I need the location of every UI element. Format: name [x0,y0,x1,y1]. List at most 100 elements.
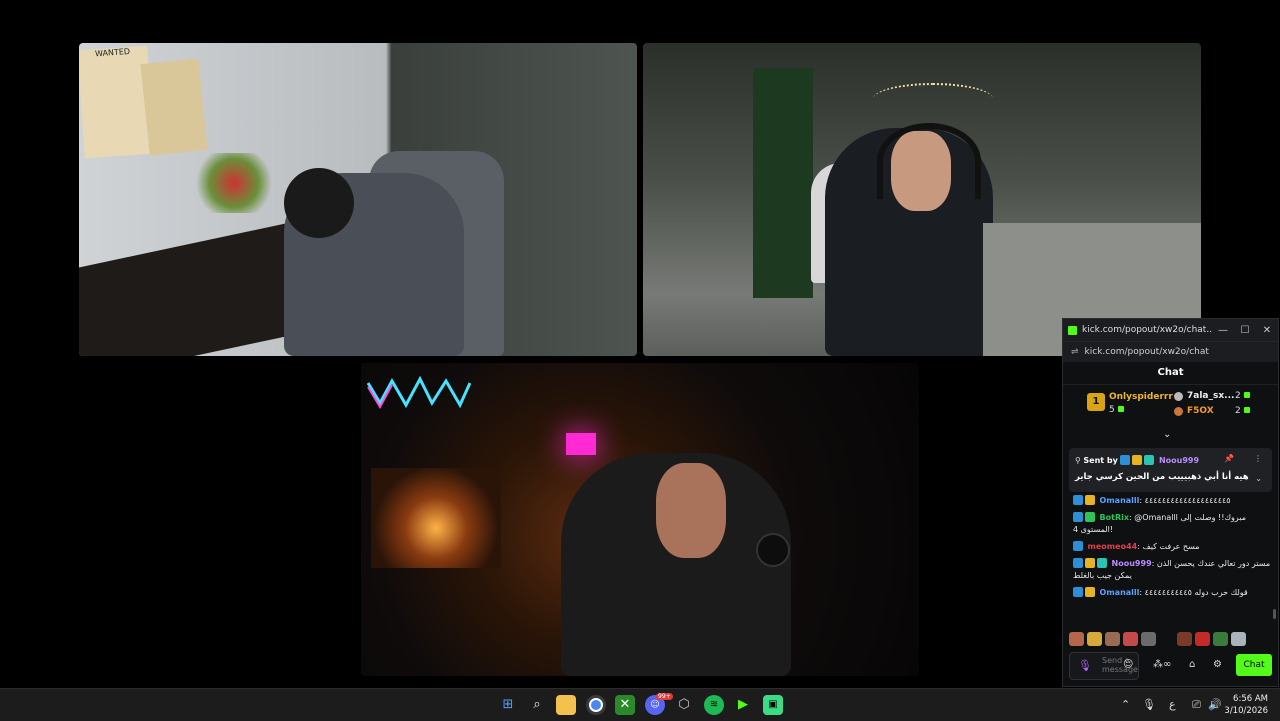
badge-icon [1120,455,1131,465]
emote-icon[interactable] [1159,632,1174,646]
pin-small-icon: ⚲ [1075,456,1081,465]
android-app-icon[interactable]: ▣ [763,695,783,715]
emote-icon[interactable] [1177,632,1192,646]
xbox-icon[interactable]: ✕ [615,695,635,715]
chat-scrollbar[interactable] [1273,609,1276,619]
badge-icon [1073,512,1083,522]
kick-taskbar-icon[interactable]: ▶ [733,695,753,715]
pinned-user[interactable]: Noou999 [1159,456,1199,465]
chat-header: Chat [1063,362,1278,385]
badge-icon [1073,587,1083,597]
badge-icon [1073,558,1083,568]
chat-message: Noou999: مستر دور تعالي عندك يحسن الذن ي… [1073,558,1271,582]
stream-feed-bottom [361,363,919,676]
close-icon[interactable]: ✕ [1256,325,1278,336]
maximize-icon[interactable]: ☐ [1234,325,1256,336]
address-bar[interactable]: ⇌ kick.com/popout/xw2o/chat [1063,341,1278,362]
more-options-icon[interactable]: ⋮ [1254,454,1262,463]
stream-feed-top-left: WANTED [79,43,637,356]
file-explorer-icon[interactable] [556,695,576,715]
store-icon[interactable]: ⌂ [1189,659,1195,670]
message-user[interactable]: Omanalll [1100,496,1140,505]
site-settings-icon[interactable]: ⇌ [1071,347,1079,357]
message-text: : قولك حرب دوله ٤٤٤٤٤٤٤٤٤٤٥ [1139,588,1248,597]
message-user[interactable]: Noou999 [1112,559,1152,568]
clock-time: 6:56 AM [1233,694,1268,704]
message-text: : ٤٤٤٤٤٤٤٤٤٤٤٤٤٤٤٤٤٤٤٥ [1139,496,1231,505]
green-flag [753,68,813,298]
string-lights [873,83,993,115]
sent-by-label: Sent by [1083,456,1118,465]
volume-icon[interactable]: 🔊 [1208,698,1222,711]
chat-message: Omanalll: قولك حرب دوله ٤٤٤٤٤٤٤٤٤٤٥ [1073,587,1271,599]
leader-count-2: 2 [1235,391,1250,401]
expand-chevron-icon[interactable]: ⌄ [1255,474,1262,483]
window-titlebar[interactable]: kick.com/popout/xw2o/chat... — ☐ ✕ [1063,319,1278,341]
settings-gear-icon[interactable]: ⚙ [1213,659,1222,670]
microphone-icon[interactable]: 🎙 [1078,659,1092,672]
message-text: : مسح عرفت كيف [1137,542,1200,551]
rank-3-icon [1174,407,1183,416]
cube-app-icon[interactable]: ⬡ [674,695,694,715]
message-user[interactable]: meomeo44 [1088,542,1138,551]
collapse-leaderboard-icon[interactable]: ⌄ [1163,429,1171,440]
pinned-message[interactable]: ⚲ Sent by Noou999 هيه أنا أبي ذهبيييب من… [1069,448,1272,492]
network-icon[interactable]: ⎚ [1192,698,1201,712]
chat-popout-window[interactable]: kick.com/popout/xw2o/chat... — ☐ ✕ ⇌ kic… [1062,318,1279,687]
badge-icon [1085,558,1095,568]
leader-name-1[interactable]: Onlyspiderrr [1109,392,1173,402]
tray-chevron-icon[interactable]: ⌃ [1121,698,1130,711]
leader-count-1: 5 [1109,405,1124,415]
url-text: kick.com/popout/xw2o/chat [1084,347,1209,357]
tray-mic-icon[interactable]: 🎙 [1142,698,1156,711]
spotify-icon[interactable]: ≋ [704,695,724,715]
combo-icon[interactable]: ⁂∞ [1153,659,1171,670]
headset-b [877,123,981,199]
emote-icon[interactable] [1105,632,1120,646]
microphone [756,533,790,567]
badge-icon [1144,455,1155,465]
stream-feed-top-right [643,43,1201,356]
chat-message: meomeo44: مسح عرفت كيف [1073,541,1271,553]
wanted-poster-right [140,58,208,156]
rank-badge: 1 [1087,393,1105,411]
pinned-text: هيه أنا أبي ذهبيييب من الحين كرسي جاير [1075,472,1249,482]
headset-a [284,168,354,238]
flowers [189,153,279,213]
badge-icon [1132,455,1143,465]
send-chat-button[interactable]: Chat [1236,654,1272,676]
emote-icon[interactable] [1195,632,1210,646]
badge-icon [1097,558,1107,568]
emote-icon[interactable] [1141,632,1156,646]
unpin-icon[interactable]: 📌 [1224,454,1234,463]
windows-start-icon[interactable]: ⊞ [498,695,518,715]
search-icon[interactable]: ⌕ [527,695,547,715]
clock-date: 3/10/2026 [1224,706,1268,716]
emote-icon[interactable] [1213,632,1228,646]
chat-message: BotRix: @Omanalll مبروك!! وصلت إلى المست… [1073,512,1271,536]
gift-icon [1117,406,1124,412]
badge-icon [1085,495,1095,505]
taskbar: ⊞ ⌕ ✕ ☺ 99+ ⬡ ≋ ▶ ▣ ⌃ 🎙 ع ⎚ 🔊 6:56 AM 3/… [0,688,1280,721]
chat-input-row: 🎙 Send a message ☺ ⁂∞ ⌂ ⚙ Chat [1069,650,1274,680]
rank-2-icon [1174,392,1183,401]
desk [79,218,309,356]
chat-message: Omanalll: ٤٤٤٤٤٤٤٤٤٤٤٤٤٤٤٤٤٤٤٥ [1073,495,1271,507]
window-title: kick.com/popout/xw2o/chat... [1082,325,1212,335]
chrome-icon[interactable] [586,695,606,715]
emote-icon[interactable] [1087,632,1102,646]
emote-icon[interactable] [1123,632,1138,646]
badge-icon [1073,495,1083,505]
message-user[interactable]: Omanalll [1100,588,1140,597]
message-user[interactable]: BotRix [1100,513,1129,522]
minimize-icon[interactable]: — [1212,325,1234,336]
gift-icon [1243,392,1250,398]
clock[interactable]: 6:56 AM 3/10/2026 [1224,693,1268,717]
leader-name-2[interactable]: 7ala_sx... [1187,391,1234,401]
leader-name-3[interactable]: F5OX [1187,406,1214,416]
language-indicator[interactable]: ع [1169,698,1176,711]
emote-icon[interactable] [1231,632,1246,646]
emoji-icon[interactable]: ☺ [1123,659,1133,670]
pink-lamp [566,433,596,455]
emote-icon[interactable] [1069,632,1084,646]
